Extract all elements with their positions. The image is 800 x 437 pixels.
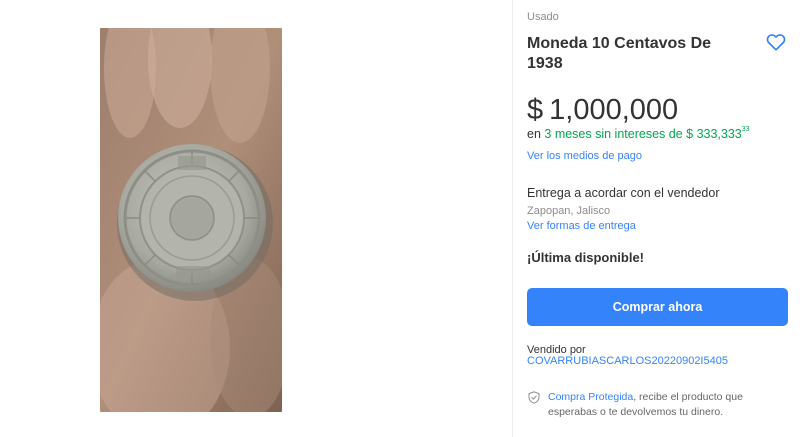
installments-amount: $ 333,333	[686, 127, 742, 141]
installments-info: en 3 meses sin intereses de $ 333,33333	[527, 126, 750, 141]
price-amount: 1,000,000	[549, 94, 679, 126]
currency-symbol: $	[527, 94, 544, 126]
seller-location: Zapopan, Jalisco	[527, 205, 611, 217]
purchase-protection: Compra Protegida, recibe el producto que…	[548, 390, 789, 420]
heart-icon[interactable]	[765, 31, 787, 53]
price: $1,000,000	[527, 94, 678, 126]
payment-methods-link[interactable]: Ver los medios de pago	[527, 150, 642, 162]
product-photo[interactable]	[100, 28, 282, 412]
seller-name-link[interactable]: COVARRUBIASCARLOS20220902I5405	[527, 355, 728, 367]
condition-label: Usado	[527, 11, 559, 23]
protected-purchase-link[interactable]: Compra Protegida	[548, 391, 633, 403]
delivery-text: Entrega a acordar con el vendedor	[527, 186, 720, 200]
product-info-panel: Usado Moneda 10 Centavos De 1938 $1,000,…	[527, 0, 789, 437]
buy-now-button[interactable]: Comprar ahora	[527, 288, 788, 326]
product-title: Moneda 10 Centavos De 1938	[527, 35, 712, 72]
installments-cents: 33	[741, 126, 750, 133]
panel-divider	[512, 0, 513, 437]
stock-status: ¡Última disponible!	[527, 250, 644, 265]
coin-image	[100, 28, 282, 412]
installments-plan: 3 meses sin intereses de	[544, 127, 683, 141]
delivery-options-link[interactable]: Ver formas de entrega	[527, 220, 636, 232]
installments-prefix: en	[527, 127, 541, 141]
shield-icon	[528, 391, 540, 404]
